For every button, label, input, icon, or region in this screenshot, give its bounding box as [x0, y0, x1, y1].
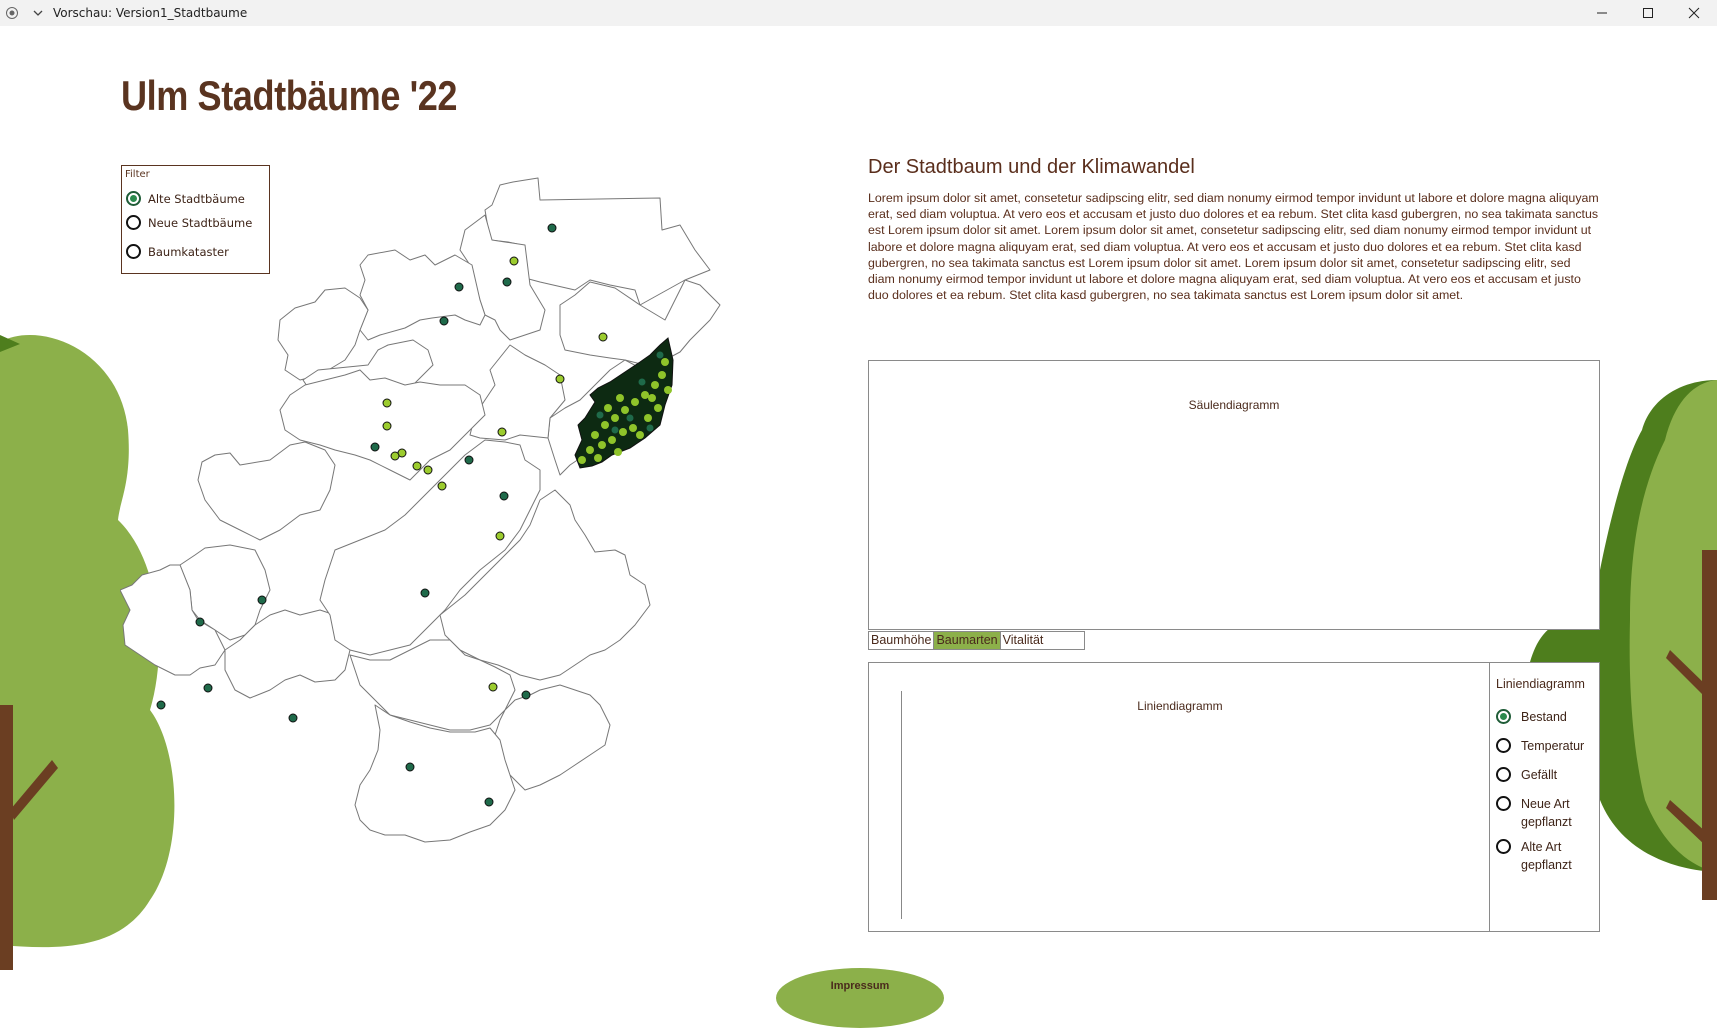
tree-marker: [439, 316, 449, 326]
tree-marker: [195, 617, 205, 627]
line-option-temperatur[interactable]: Temperatur: [1496, 737, 1591, 755]
tree-marker: [156, 700, 166, 710]
radio-button[interactable]: [126, 215, 141, 230]
line-option-bestand[interactable]: Bestand: [1496, 708, 1591, 726]
section-title: Der Stadtbaum und der Klimawandel: [868, 156, 1195, 178]
tree-marker: [382, 398, 392, 408]
filter-option-neue-stadtbaeume[interactable]: Neue Stadtbäume: [126, 215, 252, 230]
radio-button[interactable]: [1496, 767, 1511, 782]
tree-marker: [423, 465, 433, 475]
tree-marker: [484, 797, 494, 807]
tree-marker: [288, 713, 298, 723]
line-option-alte-art-gepflanzt[interactable]: Alte Art gepflanzt: [1496, 838, 1591, 874]
tree-marker: [420, 588, 430, 598]
line-chart-options: Liniendiagramm Bestand Temperatur Gefäll…: [1489, 663, 1599, 931]
filter-legend: Filter: [125, 169, 150, 180]
tree-marker: [547, 223, 557, 233]
tree-marker: [497, 427, 507, 437]
tree-marker: [203, 683, 213, 693]
line-option-label: Bestand: [1521, 710, 1567, 724]
map-district: [494, 684, 611, 791]
chevron-down-icon[interactable]: [31, 6, 45, 20]
impressum-button[interactable]: Impressum: [776, 968, 944, 1028]
filter-panel: Filter Alte Stadtbäume Neue Stadtbäume B…: [121, 165, 270, 274]
tree-marker: [499, 491, 509, 501]
line-option-label: Alte Art gepflanzt: [1521, 840, 1572, 872]
tree-marker: [495, 531, 505, 541]
tree-marker: [405, 762, 415, 772]
tree-marker: [502, 277, 512, 287]
radio-button[interactable]: [1496, 738, 1511, 753]
filter-option-label: Alte Stadtbäume: [148, 191, 245, 206]
tab-vitalitaet[interactable]: Vitalität: [999, 632, 1046, 649]
map-district: [197, 441, 336, 541]
line-option-neue-art-gepflanzt[interactable]: Neue Art gepflanzt: [1496, 795, 1591, 831]
district-map[interactable]: [120, 170, 740, 920]
bar-chart-tabs: Baumhöhe Baumarten Vitalität: [868, 631, 1085, 650]
radio-button-checked[interactable]: [126, 191, 141, 206]
tree-marker: [488, 682, 498, 692]
filter-option-alte-stadtbaeume[interactable]: Alte Stadtbäume: [126, 191, 245, 206]
tree-marker: [521, 690, 531, 700]
tree-marker: [598, 332, 608, 342]
tree-marker: [454, 282, 464, 292]
tree-fragment-illustration: [1530, 628, 1600, 662]
tree-marker: [437, 481, 447, 491]
radio-button[interactable]: [126, 244, 141, 259]
line-chart-caption: Liniendiagramm: [1137, 699, 1223, 713]
tree-marker: [257, 595, 267, 605]
filter-option-label: Baumkataster: [148, 244, 229, 259]
close-button[interactable]: [1671, 0, 1717, 26]
line-chart-y-axis: [901, 691, 902, 919]
tab-baumhoehe[interactable]: Baumhöhe: [869, 632, 933, 649]
radio-button[interactable]: [1496, 796, 1511, 811]
tree-marker: [412, 461, 422, 471]
line-chart-panel: Liniendiagramm Liniendiagramm Bestand Te…: [868, 662, 1600, 932]
impressum-label: Impressum: [830, 980, 890, 992]
tree-marker: [370, 442, 380, 452]
tree-marker: [509, 256, 519, 266]
radio-button[interactable]: [1496, 839, 1511, 854]
radio-button-checked[interactable]: [1496, 709, 1511, 724]
window-titlebar: Vorschau: Version1_Stadtbaume: [0, 0, 1717, 26]
window-title: Vorschau: Version1_Stadtbaume: [53, 6, 248, 20]
line-option-label: Neue Art gepflanzt: [1521, 797, 1572, 829]
bar-chart-panel: Säulendiagramm: [868, 360, 1600, 630]
record-icon[interactable]: [5, 6, 19, 20]
line-option-label: Temperatur: [1521, 739, 1585, 753]
filter-option-label: Neue Stadtbäume: [148, 215, 253, 230]
tab-baumarten[interactable]: Baumarten: [933, 632, 1000, 649]
minimize-button[interactable]: [1579, 0, 1625, 26]
bar-chart-caption: Säulendiagramm: [1188, 398, 1280, 412]
filter-option-baumkataster[interactable]: Baumkataster: [126, 244, 229, 259]
line-option-label: Gefällt: [1521, 768, 1558, 782]
tree-marker: [555, 374, 565, 384]
line-chart-options-title: Liniendiagramm: [1496, 677, 1585, 691]
tree-marker: [390, 451, 400, 461]
maximize-button[interactable]: [1625, 0, 1671, 26]
tree-marker: [382, 421, 392, 431]
page-title: Ulm Stadtbäume '22: [121, 72, 458, 119]
line-option-gefaellt[interactable]: Gefällt: [1496, 766, 1591, 784]
section-body-text: Lorem ipsum dolor sit amet, consetetur s…: [868, 191, 1599, 303]
map-district: [359, 249, 486, 341]
tree-marker: [464, 455, 474, 465]
